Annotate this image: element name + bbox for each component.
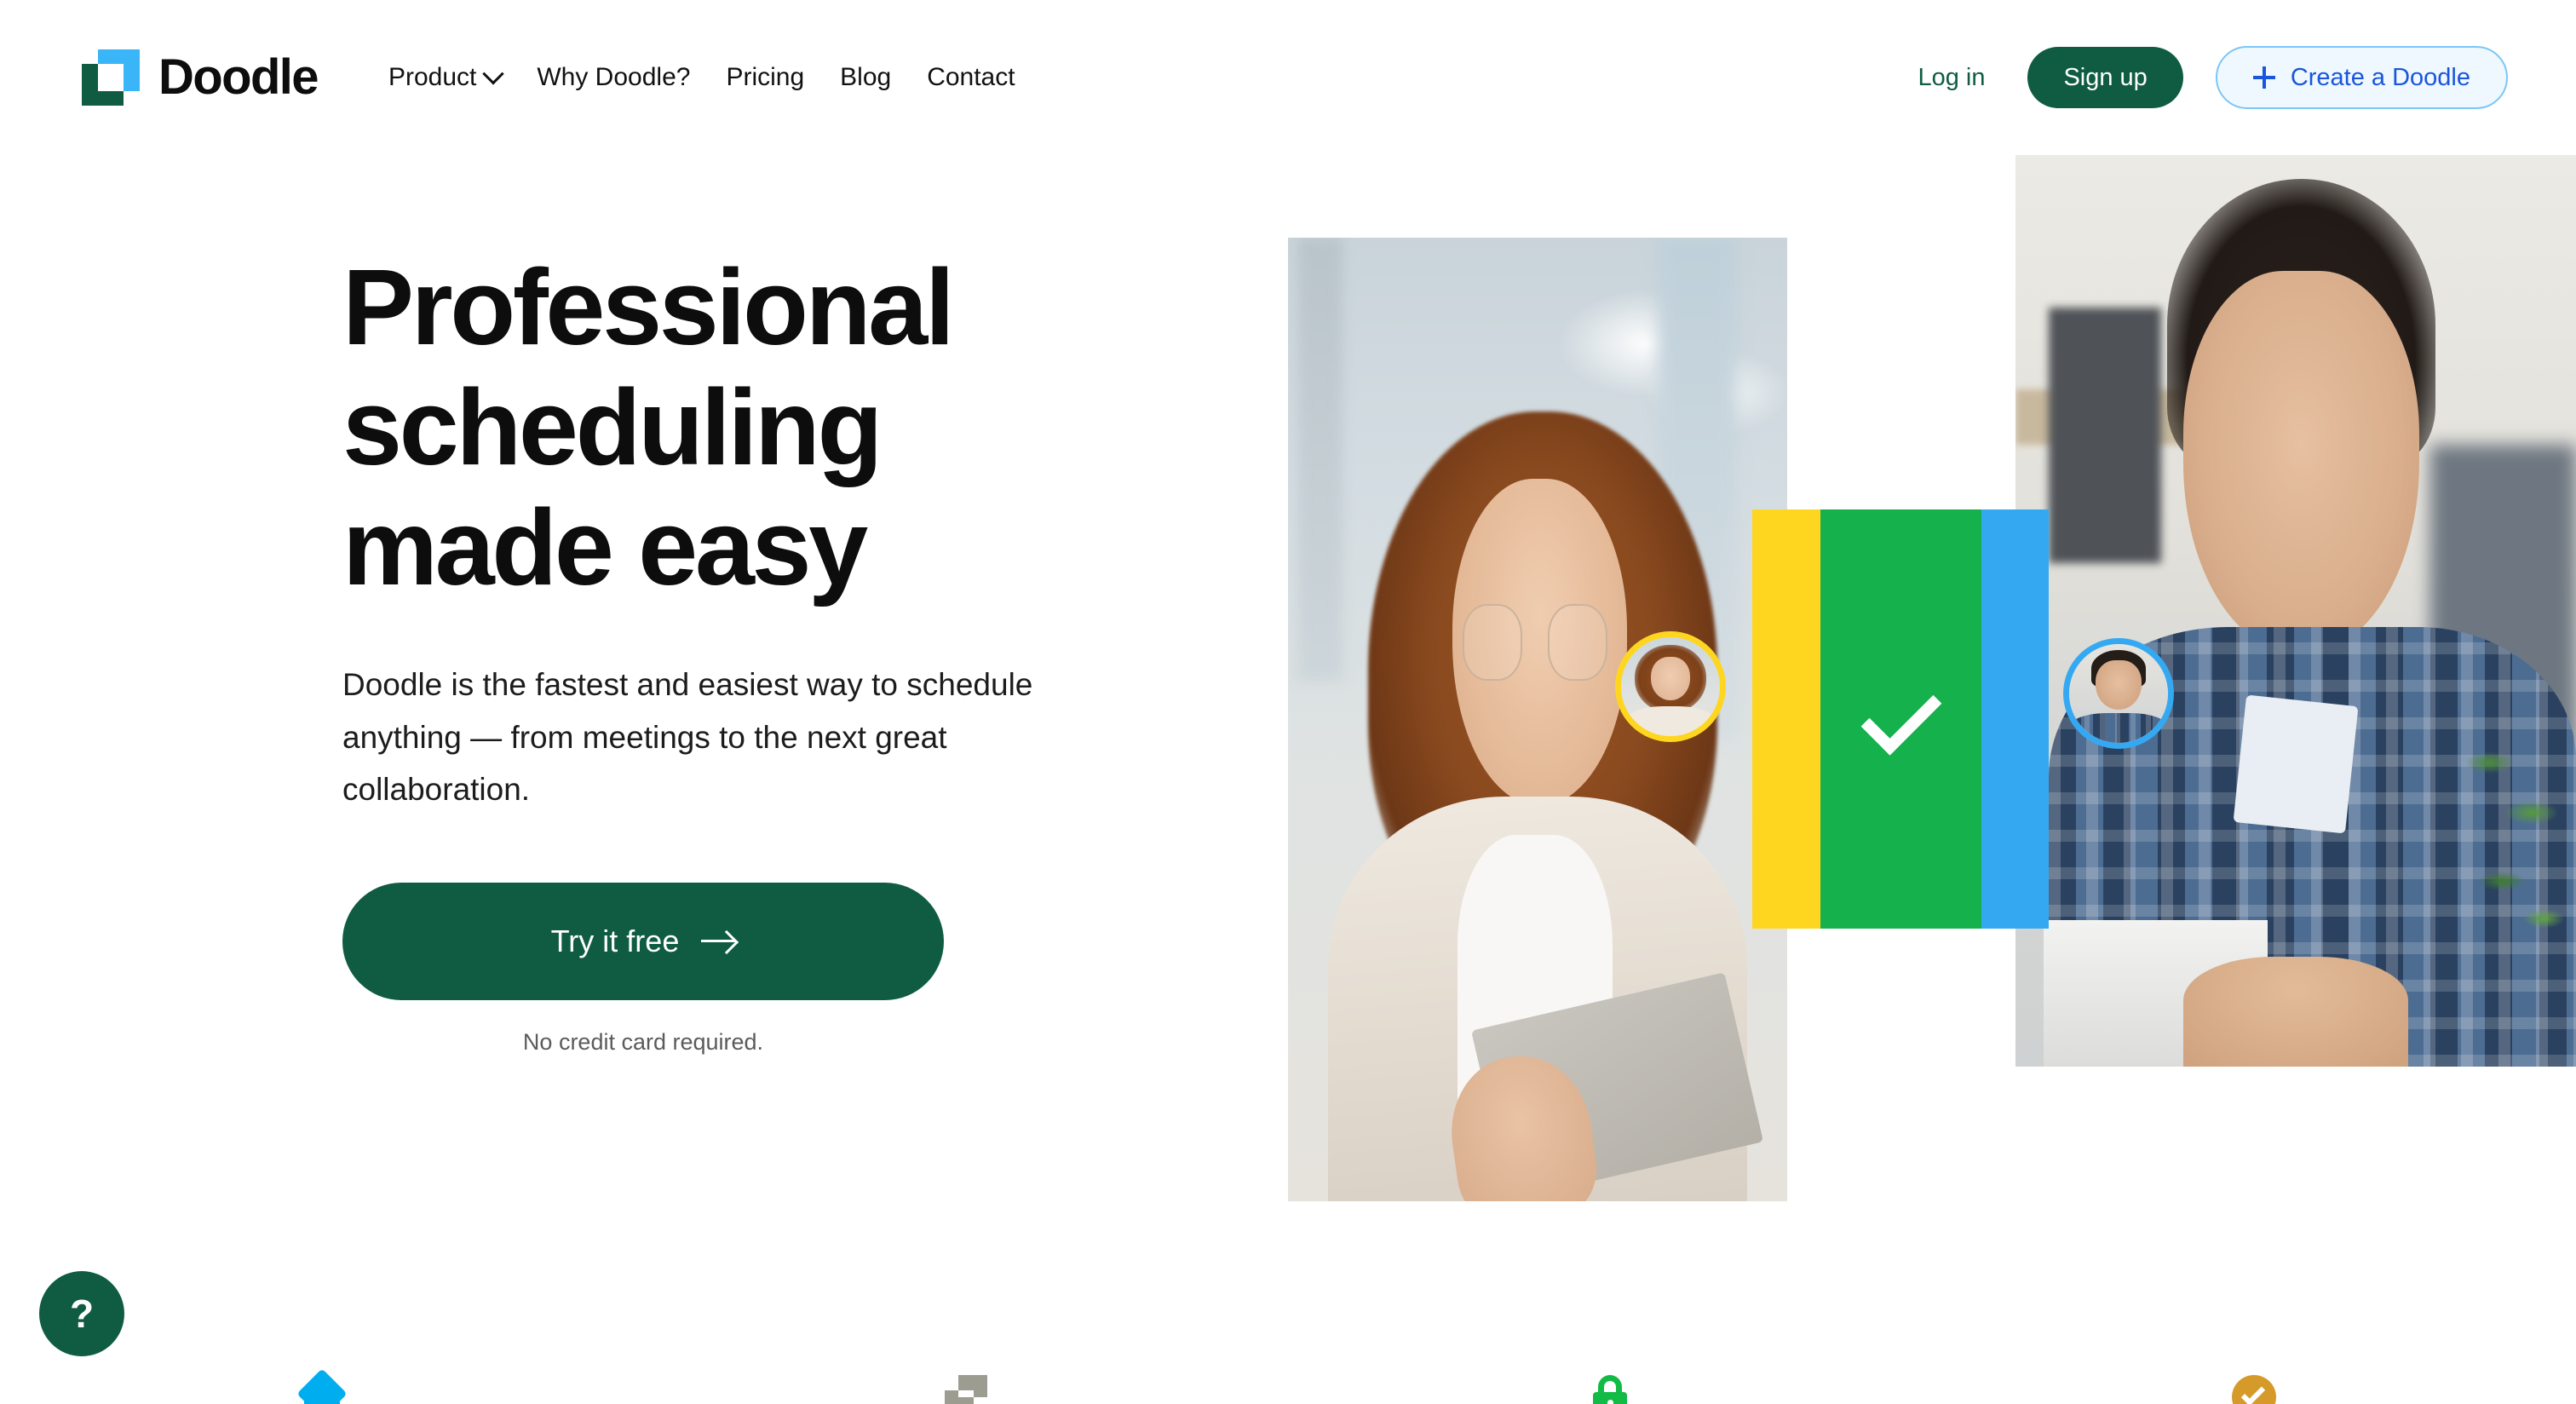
main-navigation: Product Why Doodle? Pricing Blog Contact bbox=[371, 53, 1033, 102]
nav-item-contact[interactable]: Contact bbox=[909, 53, 1032, 102]
feature-cell-lock bbox=[1288, 1373, 1932, 1404]
nav-item-pricing[interactable]: Pricing bbox=[708, 53, 822, 102]
check-badge-icon bbox=[2229, 1373, 2279, 1404]
nav-item-product-label: Product bbox=[388, 63, 477, 91]
avatar-man bbox=[2069, 644, 2168, 743]
feature-cell-squares bbox=[644, 1373, 1288, 1404]
avatar-woman bbox=[1621, 637, 1720, 736]
doodle-logo-icon bbox=[82, 49, 140, 106]
feature-cell-badge bbox=[1932, 1373, 2576, 1404]
hero-photo-man bbox=[2015, 152, 2576, 1067]
nav-item-pricing-label: Pricing bbox=[726, 63, 805, 91]
hero-title-line-3: made easy bbox=[342, 487, 868, 608]
feature-icon-strip bbox=[0, 1368, 2576, 1404]
brand-wordmark: Doodle bbox=[158, 49, 319, 105]
help-button[interactable]: ? bbox=[39, 1271, 124, 1356]
nav-item-product[interactable]: Product bbox=[371, 53, 519, 102]
yellow-stripe bbox=[1752, 509, 1820, 929]
hero-copy: Professional scheduling made easy Doodle… bbox=[342, 247, 1160, 1056]
color-stripes-block bbox=[1752, 509, 2049, 929]
overlapping-squares-icon bbox=[941, 1373, 991, 1404]
chevron-down-icon bbox=[482, 63, 505, 85]
no-credit-card-note: No credit card required. bbox=[522, 1028, 764, 1055]
nav-item-contact-label: Contact bbox=[927, 63, 1015, 91]
site-header: Doodle Product Why Doodle? Pricing Blog … bbox=[0, 0, 2576, 155]
nav-item-why-doodle-label: Why Doodle? bbox=[537, 63, 691, 91]
hero-title-line-1: Professional bbox=[342, 247, 955, 367]
landing-page: Doodle Product Why Doodle? Pricing Blog … bbox=[0, 0, 2576, 1404]
try-it-free-label: Try it free bbox=[550, 923, 680, 958]
create-a-doodle-label: Create a Doodle bbox=[2290, 63, 2470, 91]
hero-title-line-2: scheduling bbox=[342, 367, 883, 488]
checkmark-icon bbox=[1860, 674, 1941, 756]
login-link[interactable]: Log in bbox=[1892, 52, 2010, 104]
nav-item-blog-label: Blog bbox=[840, 63, 892, 91]
signup-button[interactable]: Sign up bbox=[2027, 47, 2183, 108]
arrow-right-icon bbox=[701, 940, 736, 943]
blue-stripe bbox=[1981, 509, 2049, 929]
create-a-doodle-button[interactable]: Create a Doodle bbox=[2215, 46, 2508, 109]
brand-logo-link[interactable]: Doodle bbox=[82, 49, 319, 106]
header-actions: Log in Sign up Create a Doodle bbox=[1892, 46, 2508, 109]
page-title: Professional scheduling made easy bbox=[342, 247, 1160, 607]
home-icon bbox=[296, 1368, 348, 1404]
try-it-free-button[interactable]: Try it free bbox=[342, 882, 944, 1000]
green-stripe bbox=[1820, 509, 1981, 929]
plus-icon bbox=[2252, 66, 2275, 89]
feature-cell-home bbox=[0, 1368, 644, 1404]
hero-subtitle: Doodle is the fastest and easiest way to… bbox=[342, 667, 1033, 808]
nav-item-blog[interactable]: Blog bbox=[822, 53, 909, 102]
lock-icon bbox=[1585, 1373, 1635, 1404]
nav-item-why-doodle[interactable]: Why Doodle? bbox=[519, 53, 708, 102]
